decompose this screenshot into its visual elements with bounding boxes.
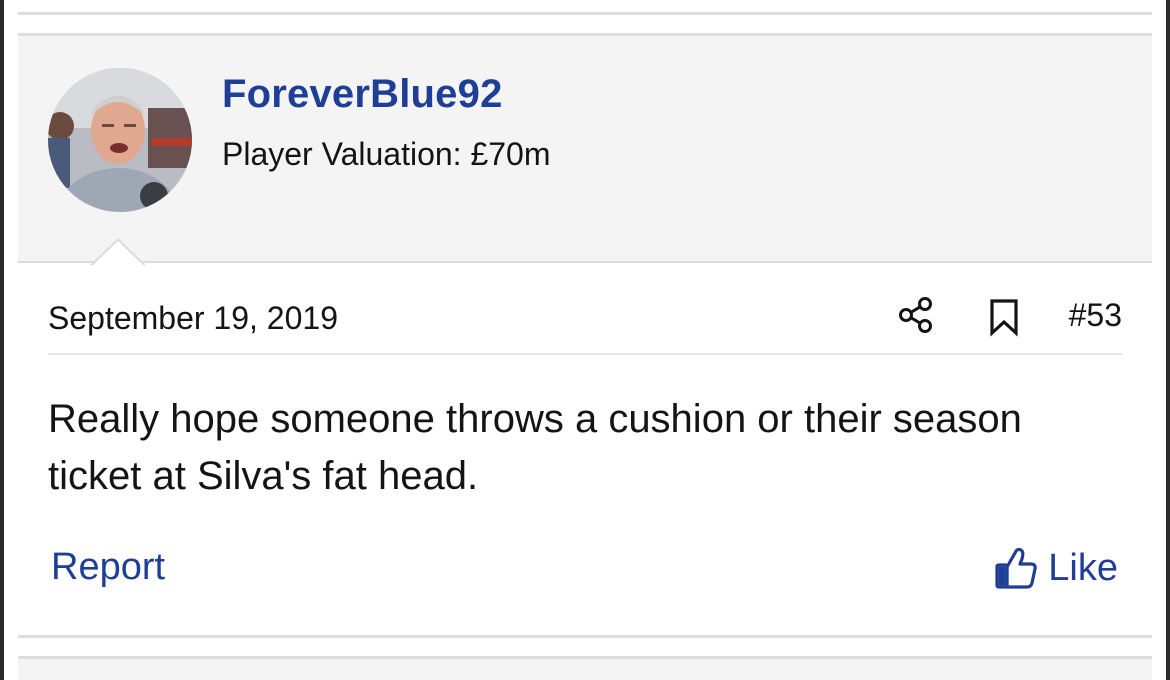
post-username[interactable]: ForeverBlue92 [222,72,503,117]
next-post-header-preview [18,659,1152,680]
post-message-body: Really hope someone throws a cushion or … [48,397,1022,498]
post-meta-row: September 19, 2019 #53 [48,293,1122,355]
user-avatar[interactable] [48,68,192,212]
post-user-header: ForeverBlue92 Player Valuation: £70m [18,36,1152,266]
bookmark-icon[interactable] [986,297,1022,337]
frame-left-edge [0,0,4,680]
thumbs-up-icon [994,545,1038,591]
post-number-link[interactable]: #53 [1069,297,1122,334]
avatar-photo-icon [48,68,192,212]
share-icon[interactable] [896,295,936,335]
previous-post-divider [18,12,1152,15]
like-button[interactable]: Like [994,545,1118,591]
frame-right-edge [1166,0,1170,680]
forum-post: ForeverBlue92 Player Valuation: £70m Sep… [18,33,1152,638]
report-link[interactable]: Report [51,546,165,589]
post-user-title: Player Valuation: £70m [222,136,551,172]
like-label: Like [1048,546,1118,589]
header-caret-pointer [90,238,146,266]
post-date[interactable]: September 19, 2019 [48,300,338,337]
